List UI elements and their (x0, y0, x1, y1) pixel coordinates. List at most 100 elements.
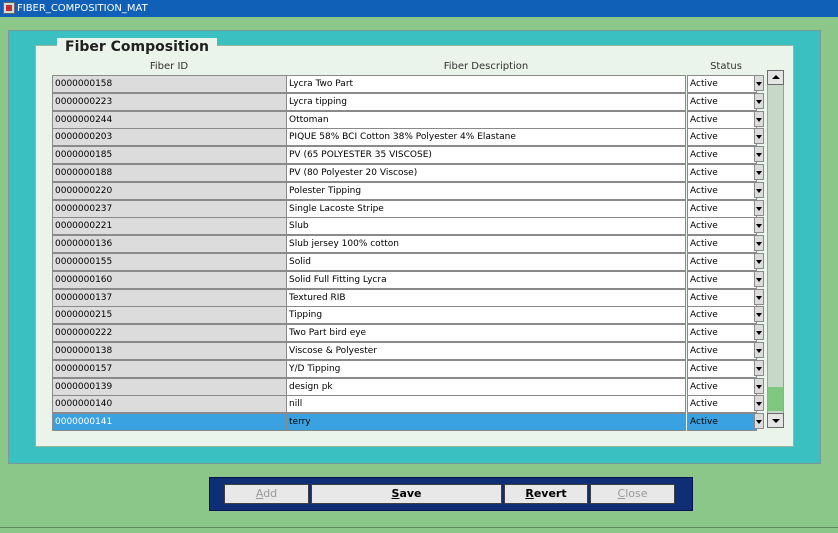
chevron-down-icon[interactable] (754, 306, 764, 323)
chevron-down-icon[interactable] (754, 359, 764, 376)
chevron-down-icon[interactable] (754, 324, 764, 341)
fiber-description-field[interactable]: nill (286, 395, 686, 414)
table-row[interactable]: 0000000157 Y/D Tipping Active (52, 359, 764, 378)
chevron-down-icon[interactable] (754, 342, 764, 358)
status-select[interactable]: Active (687, 199, 757, 218)
chevron-down-icon[interactable] (754, 199, 764, 216)
table-row[interactable]: 0000000244 Ottoman Active (52, 110, 764, 129)
table-row[interactable]: 0000000141 terry Active (52, 413, 764, 432)
fiber-id-field[interactable]: 0000000185 (52, 146, 287, 165)
fiber-description-field[interactable]: PIQUE 58% BCI Cotton 38% Polyester 4% El… (286, 128, 686, 147)
chevron-down-icon[interactable] (754, 164, 764, 180)
arrow-down-icon[interactable] (767, 413, 784, 428)
status-select[interactable]: Active (687, 377, 757, 396)
status-select[interactable]: Active (687, 110, 757, 129)
fiber-id-field[interactable]: 0000000244 (52, 110, 287, 129)
fiber-description-field[interactable]: Lycra tipping (286, 92, 686, 111)
table-row[interactable]: 0000000158 Lycra Two Part Active (52, 75, 764, 93)
chevron-down-icon[interactable] (754, 110, 764, 127)
chevron-down-icon[interactable] (754, 181, 764, 198)
fiber-description-field[interactable]: Y/D Tipping (286, 359, 686, 378)
table-row[interactable]: 0000000136 Slub jersey 100% cotton Active (52, 235, 764, 254)
table-row[interactable]: 0000000222 Two Part bird eye Active (52, 324, 764, 343)
fiber-description-field[interactable]: Viscose & Polyester (286, 342, 686, 360)
status-select[interactable]: Active (687, 235, 757, 254)
fiber-description-field[interactable]: PV (80 Polyester 20 Viscose) (286, 164, 686, 182)
fiber-description-field[interactable]: Two Part bird eye (286, 324, 686, 343)
status-select[interactable]: Active (687, 217, 757, 236)
status-select[interactable]: Active (687, 324, 757, 343)
fiber-description-field[interactable]: Slub (286, 217, 686, 236)
status-select[interactable]: Active (687, 306, 757, 325)
table-row[interactable]: 0000000160 Solid Full Fitting Lycra Active (52, 270, 764, 289)
chevron-down-icon[interactable] (754, 413, 764, 430)
table-row[interactable]: 0000000203 PIQUE 58% BCI Cotton 38% Polye… (52, 128, 764, 147)
chevron-down-icon[interactable] (754, 288, 764, 305)
table-row[interactable]: 0000000140 nill Active (52, 395, 764, 414)
status-select[interactable]: Active (687, 288, 757, 307)
fiber-description-field[interactable]: Ottoman (286, 110, 686, 129)
status-select[interactable]: Active (687, 75, 757, 93)
fiber-id-field[interactable]: 0000000188 (52, 164, 287, 182)
fiber-id-field[interactable]: 0000000221 (52, 217, 287, 236)
fiber-description-field[interactable]: Lycra Two Part (286, 75, 686, 93)
save-button[interactable]: Save (311, 484, 502, 504)
table-row[interactable]: 0000000220 Polester Tipping Active (52, 181, 764, 200)
fiber-id-field[interactable]: 0000000137 (52, 288, 287, 307)
status-select[interactable]: Active (687, 92, 757, 111)
fiber-id-field[interactable]: 0000000139 (52, 377, 287, 396)
status-select[interactable]: Active (687, 270, 757, 289)
fiber-id-field[interactable]: 0000000220 (52, 181, 287, 200)
fiber-id-field[interactable]: 0000000155 (52, 253, 287, 271)
table-row[interactable]: 0000000139 design pk Active (52, 377, 764, 396)
status-select[interactable]: Active (687, 342, 757, 360)
status-select[interactable]: Active (687, 413, 757, 432)
fiber-id-field[interactable]: 0000000158 (52, 75, 287, 93)
add-button[interactable]: Add (224, 484, 309, 504)
fiber-description-field[interactable]: Single Lacoste Stripe (286, 199, 686, 218)
fiber-description-field[interactable]: Textured RIB (286, 288, 686, 307)
table-row[interactable]: 0000000137 Textured RIB Active (52, 288, 764, 307)
chevron-down-icon[interactable] (754, 395, 764, 412)
fiber-id-field[interactable]: 0000000157 (52, 359, 287, 378)
chevron-down-icon[interactable] (754, 75, 764, 91)
fiber-id-field[interactable]: 0000000222 (52, 324, 287, 343)
chevron-down-icon[interactable] (754, 377, 764, 394)
table-row[interactable]: 0000000138 Viscose & Polyester Active (52, 342, 764, 360)
chevron-down-icon[interactable] (754, 270, 764, 287)
fiber-description-field[interactable]: Tipping (286, 306, 686, 325)
status-select[interactable]: Active (687, 253, 757, 271)
chevron-down-icon[interactable] (754, 92, 764, 109)
chevron-down-icon[interactable] (754, 128, 764, 145)
fiber-description-field[interactable]: Solid (286, 253, 686, 271)
revert-button[interactable]: Revert (504, 484, 588, 504)
fiber-description-field[interactable]: Slub jersey 100% cotton (286, 235, 686, 254)
table-row[interactable]: 0000000188 PV (80 Polyester 20 Viscose) Ac… (52, 164, 764, 182)
fiber-description-field[interactable]: Solid Full Fitting Lycra (286, 270, 686, 289)
chevron-down-icon[interactable] (754, 235, 764, 252)
fiber-id-field[interactable]: 0000000160 (52, 270, 287, 289)
chevron-down-icon[interactable] (754, 217, 764, 234)
fiber-description-field[interactable]: PV (65 POLYESTER 35 VISCOSE) (286, 146, 686, 165)
status-select[interactable]: Active (687, 359, 757, 378)
fiber-id-field[interactable]: 0000000203 (52, 128, 287, 147)
table-row[interactable]: 0000000237 Single Lacoste Stripe Active (52, 199, 764, 218)
status-select[interactable]: Active (687, 395, 757, 414)
status-select[interactable]: Active (687, 146, 757, 165)
scrollbar-thumb[interactable] (768, 387, 783, 411)
fiber-id-field[interactable]: 0000000140 (52, 395, 287, 414)
table-row[interactable]: 0000000215 Tipping Active (52, 306, 764, 325)
fiber-id-field[interactable]: 0000000136 (52, 235, 287, 254)
table-row[interactable]: 0000000185 PV (65 POLYESTER 35 VISCOSE) Ac… (52, 146, 764, 165)
fiber-id-field[interactable]: 0000000138 (52, 342, 287, 360)
status-select[interactable]: Active (687, 164, 757, 182)
table-row[interactable]: 0000000223 Lycra tipping Active (52, 92, 764, 111)
arrow-up-icon[interactable] (767, 70, 784, 85)
fiber-id-field[interactable]: 0000000237 (52, 199, 287, 218)
chevron-down-icon[interactable] (754, 253, 764, 269)
table-row[interactable]: 0000000155 Solid Active (52, 253, 764, 271)
fiber-id-field[interactable]: 0000000223 (52, 92, 287, 111)
fiber-description-field[interactable]: design pk (286, 377, 686, 396)
close-button[interactable]: Close (590, 484, 675, 504)
fiber-description-field[interactable]: terry (286, 413, 686, 432)
